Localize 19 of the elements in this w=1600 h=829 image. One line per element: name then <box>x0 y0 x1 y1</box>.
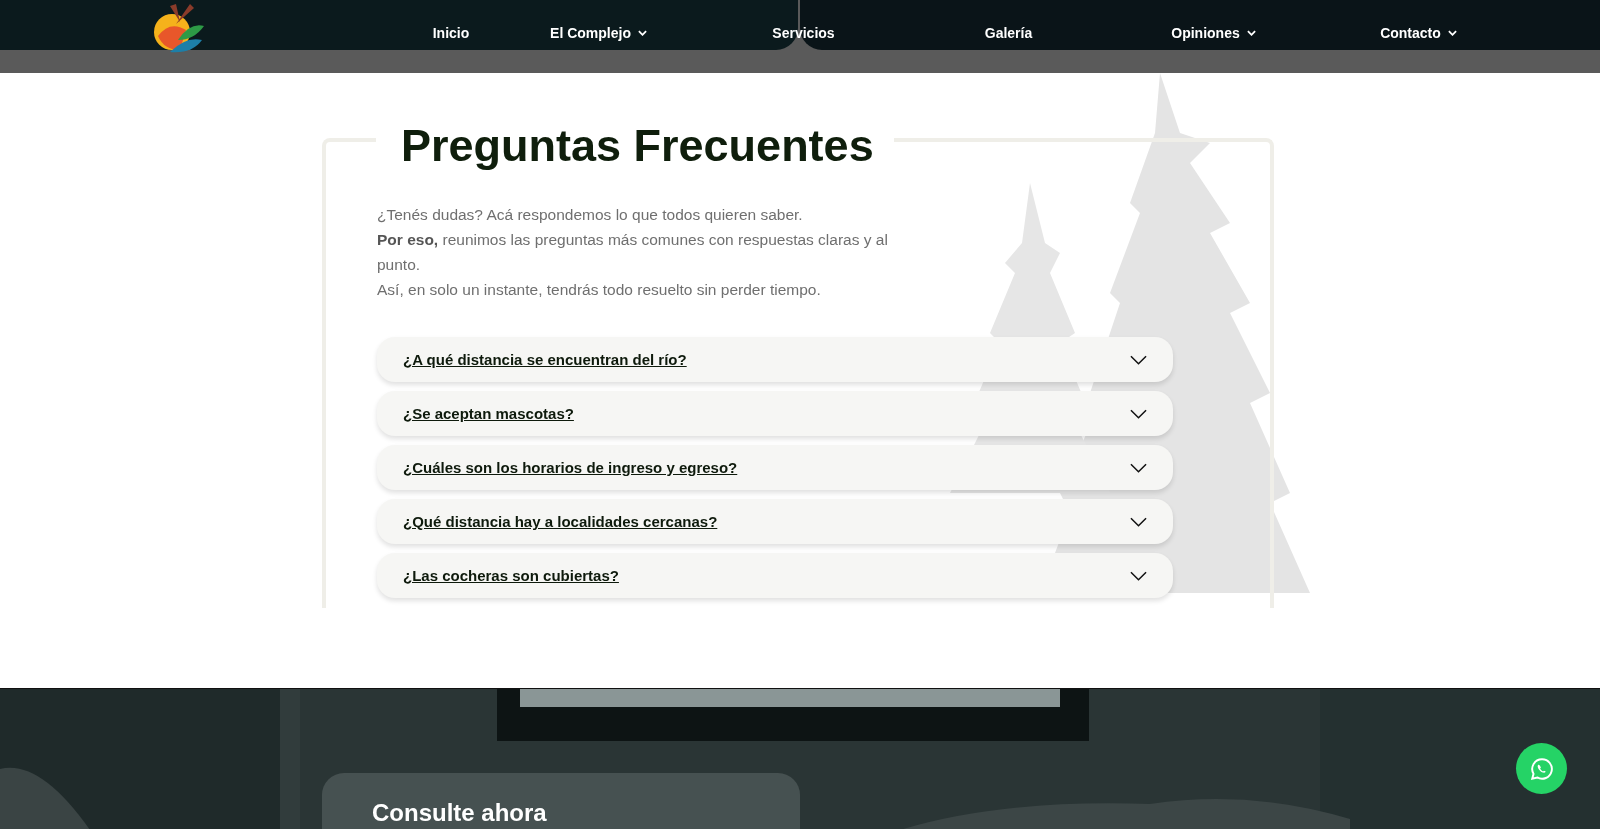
nav-link[interactable]: Contacto <box>1316 25 1521 41</box>
intro-text: Por eso, reunimos las preguntas más comunes con respuestas claras y al punto. <box>377 230 889 275</box>
nav-link[interactable]: Opiniones <box>1111 25 1316 41</box>
caret-icon <box>1246 30 1256 36</box>
faq-item[interactable]: ¿Las cocheras son cubiertas? <box>377 553 1173 598</box>
caret-icon <box>637 30 647 36</box>
nav-link[interactable]: El Complejo <box>496 25 701 41</box>
intro-text: ¿Tenés dudas? Acá respondemos lo que todos quieren saber. <box>377 205 804 225</box>
chat-bubble-icon <box>1528 755 1555 782</box>
card-title: Consulte ahora <box>372 799 548 827</box>
faq-item[interactable]: ¿A qué distancia se encuentran del río? <box>377 337 1173 382</box>
faq-item[interactable]: ¿Se aceptan mascotas? <box>377 391 1173 436</box>
nav-link[interactable]: Inicio <box>406 25 496 41</box>
caret-icon <box>1447 30 1457 36</box>
faq-item[interactable]: ¿Cuáles son los horarios de ingreso y egreso? <box>377 445 1173 490</box>
nav-link[interactable]: Galería <box>906 25 1111 41</box>
faq-item[interactable]: ¿Qué distancia hay a localidades cercanas? <box>377 499 1173 544</box>
nav-link[interactable]: Servicios <box>701 25 906 41</box>
intro-text: Así, en solo un instante, tendrás todo resuelto sin perder tiempo. <box>377 280 822 300</box>
